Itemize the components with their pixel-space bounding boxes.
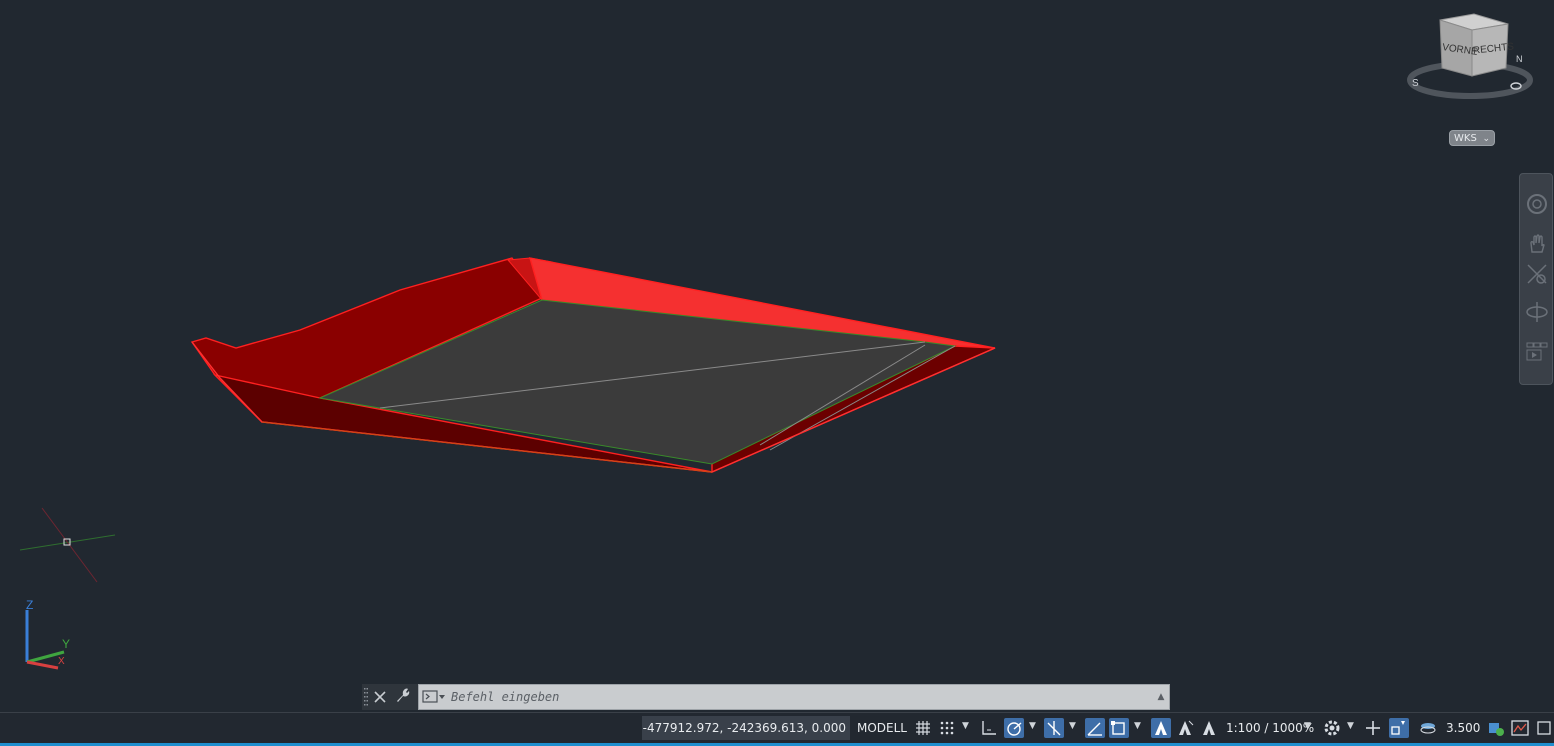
gear-icon[interactable] [1322, 718, 1342, 738]
annotation-scale-label: 1:100 / 1000% [1226, 721, 1315, 735]
ucs-menu-button[interactable]: WKS ⌄ [1449, 130, 1495, 146]
hardware-acceleration-icon[interactable] [1486, 718, 1506, 738]
zoom-extents-icon[interactable] [1525, 262, 1549, 286]
chevron-down-icon[interactable]: ▼ [1069, 721, 1076, 731]
navigation-bar [1519, 173, 1553, 385]
close-icon[interactable] [374, 688, 386, 707]
object-snap-tracking-icon[interactable] [1085, 718, 1105, 738]
isodraft-icon[interactable] [1044, 718, 1064, 738]
workspace-icon[interactable] [1418, 718, 1438, 738]
customization-icon[interactable] [1536, 718, 1554, 738]
ucs-icon: Z Y X [18, 596, 78, 674]
plus-icon[interactable] [1363, 718, 1383, 738]
ucs-menu-label: WKS [1454, 133, 1477, 144]
model-viewport[interactable] [0, 0, 1554, 712]
wrench-icon[interactable] [394, 687, 410, 707]
pan-hand-icon[interactable] [1525, 232, 1549, 256]
ucs-x-label: X [58, 656, 65, 667]
auto-scale-icon[interactable] [1175, 718, 1195, 738]
crosshair-cursor [19, 507, 116, 583]
orbit-icon[interactable] [1525, 300, 1549, 324]
grid-icon[interactable] [913, 718, 933, 738]
annotation-scale-readout[interactable]: 1:100 / 1000% [1226, 716, 1314, 740]
ortho-mode-icon[interactable] [979, 718, 999, 738]
viewcube-compass-n: N [1516, 54, 1523, 64]
annotation-value-readout[interactable]: 3.500 [1446, 716, 1480, 740]
annotation-value-label: 3.500 [1446, 721, 1481, 735]
command-input[interactable] [449, 685, 1153, 709]
chevron-down-icon[interactable]: ▼ [1134, 721, 1141, 731]
object-snap-icon[interactable] [1109, 718, 1129, 738]
isolate-objects-icon[interactable] [1389, 718, 1409, 738]
command-prompt-icon[interactable] [419, 685, 449, 709]
coordinate-readout[interactable]: -477912.972, -242369.613, 0.000 [642, 716, 850, 740]
3d-solid-drawing [19, 257, 996, 583]
annotation-scale-icon[interactable] [1199, 718, 1219, 738]
steeringwheel-icon[interactable] [1525, 192, 1549, 216]
command-line: ▲ [362, 684, 1170, 710]
caret-up-icon[interactable]: ▲ [1153, 692, 1169, 702]
annotation-visibility-icon[interactable] [1151, 718, 1171, 738]
chevron-down-icon[interactable]: ▼ [962, 721, 969, 731]
drag-handle-icon[interactable] [362, 684, 370, 710]
polar-tracking-icon[interactable] [1004, 718, 1024, 738]
chevron-down-icon[interactable]: ▼ [1029, 721, 1036, 731]
snap-mode-icon[interactable] [937, 718, 957, 738]
ucs-y-label: Y [62, 637, 70, 651]
viewcube[interactable]: S N VORNE RECHTS [1404, 10, 1534, 105]
model-space-button[interactable]: MODELL [854, 716, 910, 740]
chevron-down-icon[interactable]: ▼ [1347, 721, 1354, 731]
command-input-box: ▲ [418, 684, 1170, 710]
chevron-down-icon[interactable]: ▼ [1304, 721, 1311, 731]
clean-screen-icon[interactable] [1510, 718, 1530, 738]
chevron-down-icon: ⌄ [1482, 134, 1490, 144]
ucs-z-label: Z [26, 598, 33, 612]
viewcube-compass-s: S [1412, 78, 1419, 89]
status-bar: -477912.972, -242369.613, 0.000 MODELL ▼… [0, 712, 1554, 746]
showmotion-icon[interactable] [1525, 340, 1549, 364]
